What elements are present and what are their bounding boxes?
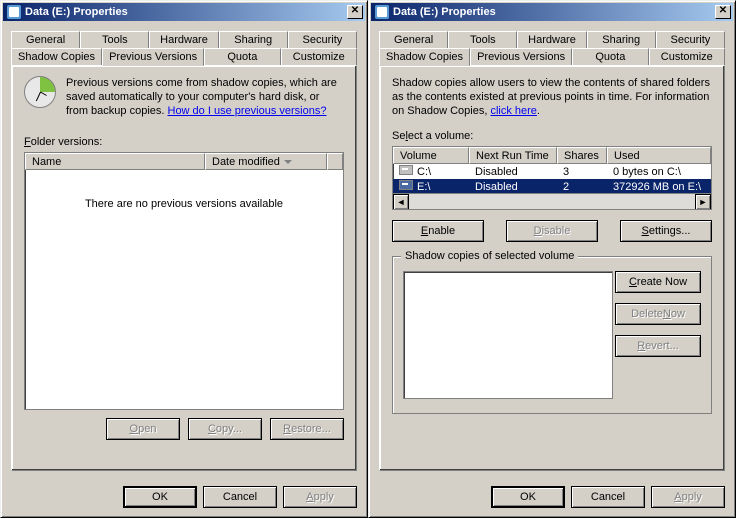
apply-button[interactable]: Apply (283, 486, 357, 508)
tab-hardware[interactable]: Hardware (517, 31, 586, 48)
ok-button[interactable]: OK (123, 486, 197, 508)
snapshot-listview[interactable] (403, 271, 613, 399)
tab-tools[interactable]: Tools (80, 31, 149, 48)
listview-header: Name Date modified (25, 153, 343, 170)
titlebar[interactable]: Data (E:) Properties ✕ (3, 3, 365, 21)
delete-now-button[interactable]: Delete Now (615, 303, 701, 325)
tab-hardware[interactable]: Hardware (149, 31, 218, 48)
tab-general[interactable]: General (11, 31, 80, 48)
volume-row-c[interactable]: C:\ Disabled 3 0 bytes on C:\ (393, 164, 711, 179)
tab-strip: General Tools Hardware Sharing Security … (11, 31, 357, 471)
tab-quota[interactable]: Quota (572, 48, 648, 65)
copy-button[interactable]: Copy... (188, 418, 262, 440)
column-shares[interactable]: Shares (557, 147, 607, 164)
open-button[interactable]: Open (106, 418, 180, 440)
tab-sharing[interactable]: Sharing (587, 31, 656, 48)
tab-sharing[interactable]: Sharing (219, 31, 288, 48)
column-next-run[interactable]: Next Run Time (469, 147, 557, 164)
properties-window-shadow-copies: Data (E:) Properties ✕ General Tools Har… (368, 0, 736, 518)
drive-icon (7, 5, 21, 19)
drive-icon (375, 5, 389, 19)
disable-button[interactable]: Disable (506, 220, 598, 242)
tab-customize[interactable]: Customize (281, 48, 357, 65)
tab-security[interactable]: Security (656, 31, 725, 48)
column-name[interactable]: Name (25, 153, 205, 170)
ok-button[interactable]: OK (491, 486, 565, 508)
tab-security[interactable]: Security (288, 31, 357, 48)
cancel-button[interactable]: Cancel (571, 486, 645, 508)
tab-shadow-copies[interactable]: Shadow Copies (11, 48, 102, 65)
close-button[interactable]: ✕ (347, 5, 363, 19)
tab-quota[interactable]: Quota (204, 48, 280, 65)
column-volume[interactable]: Volume (393, 147, 469, 164)
volume-row-e[interactable]: E:\ Disabled 2 372926 MB on E:\ (393, 179, 711, 194)
folder-versions-label: FFolder versions:older versions: (24, 136, 344, 148)
info-text: Shadow copies allow users to view the co… (392, 76, 712, 118)
dialog-buttons: OK Cancel Apply (369, 477, 735, 517)
tab-customize[interactable]: Customize (649, 48, 725, 65)
window-title: Data (E:) Properties (393, 6, 715, 18)
cancel-button[interactable]: Cancel (203, 486, 277, 508)
tab-strip: General Tools Hardware Sharing Security … (379, 31, 725, 471)
scroll-right-button[interactable]: ► (695, 194, 711, 210)
tab-shadow-copies[interactable]: Shadow Copies (379, 48, 470, 66)
enable-button[interactable]: Enable (392, 220, 484, 242)
window-title: Data (E:) Properties (25, 6, 347, 18)
column-used[interactable]: Used (607, 147, 711, 164)
scroll-left-button[interactable]: ◄ (393, 194, 409, 210)
restore-button[interactable]: Restore... (270, 418, 344, 440)
settings-button[interactable]: Settings... (620, 220, 712, 242)
horizontal-scrollbar[interactable]: ◄ ► (393, 193, 711, 209)
empty-message: There are no previous versions available (25, 170, 343, 210)
group-caption: Shadow copies of selected volume (401, 250, 578, 262)
create-now-button[interactable]: Create Now (615, 271, 701, 293)
apply-button[interactable]: Apply (651, 486, 725, 508)
tab-tools[interactable]: Tools (448, 31, 517, 48)
previous-versions-icon (24, 76, 56, 108)
properties-window-previous-versions: Data (E:) Properties ✕ General Tools Har… (0, 0, 368, 518)
close-button[interactable]: ✕ (715, 5, 731, 19)
scroll-track[interactable] (409, 194, 695, 209)
help-link[interactable]: How do I use previous versions? (168, 105, 327, 117)
tab-previous-versions[interactable]: Previous Versions (470, 48, 572, 65)
volume-header: Volume Next Run Time Shares Used (393, 147, 711, 164)
selected-volume-group: Shadow copies of selected volume Create … (392, 256, 712, 414)
select-volume-label: Select a volume: (392, 130, 712, 142)
info-text-body: Shadow copies allow users to view the co… (392, 77, 710, 117)
drive-icon (399, 180, 413, 190)
help-link[interactable]: click here (490, 105, 536, 117)
tab-previous-versions[interactable]: Previous Versions (102, 48, 204, 66)
tab-general[interactable]: General (379, 31, 448, 48)
dialog-buttons: OK Cancel Apply (1, 477, 367, 517)
drive-icon (399, 165, 413, 175)
column-date-modified[interactable]: Date modified (205, 153, 327, 170)
info-text: Previous versions come from shadow copie… (24, 76, 344, 118)
volume-listview[interactable]: Volume Next Run Time Shares Used C:\ Dis… (392, 146, 712, 210)
revert-button[interactable]: Revert... (615, 335, 701, 357)
column-spacer (327, 153, 343, 170)
sort-desc-icon (284, 160, 292, 164)
titlebar[interactable]: Data (E:) Properties ✕ (371, 3, 733, 21)
versions-listview[interactable]: Name Date modified There are no previous… (24, 152, 344, 410)
